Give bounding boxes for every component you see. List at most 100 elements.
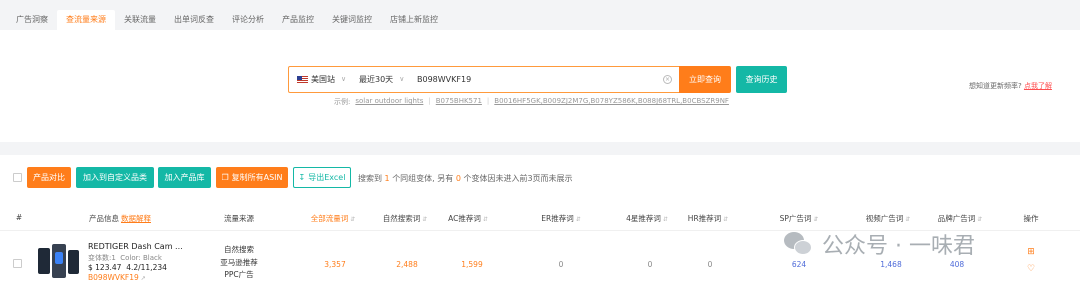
- tab-review-analysis[interactable]: 评论分析: [223, 10, 273, 30]
- date-range-select[interactable]: 最近30天 ∨: [359, 67, 404, 92]
- results-panel: 产品对比 加入到自定义品类 加入产品库 ❐ 复制所有ASIN ↧ 导出Excel 搜…: [0, 155, 1080, 291]
- header-index: #: [15, 213, 23, 222]
- tab-ad-insight[interactable]: 广告洞察: [7, 10, 57, 30]
- row-checkbox[interactable]: [13, 259, 22, 268]
- header-hr-label: HR推荐词: [687, 214, 722, 223]
- thumb-part: [68, 250, 79, 274]
- summary-mid: 个同组变体, 另有: [392, 174, 454, 183]
- search-examples: 示例: solar outdoor lights | B075BHK571 | …: [334, 97, 729, 107]
- traffic-sources: 自然搜索 亚马逊推荐 PPC广告: [220, 244, 258, 282]
- cell-er: 0: [558, 260, 564, 269]
- tab-bar: 广告洞察 查流量来源 关联流量 出单词反查 评论分析 产品监控 关键词监控 店铺…: [7, 10, 447, 30]
- cell-ac[interactable]: 1,599: [461, 260, 482, 269]
- header-total-keywords[interactable]: 全部流量词 ⇵: [311, 213, 356, 224]
- add-icon[interactable]: ⊞: [1027, 244, 1035, 261]
- product-asin: B098WVKF19: [88, 273, 139, 282]
- product-price: $ 123.47: [88, 263, 122, 272]
- example-link[interactable]: B0016HF5GK,B009ZJ2M7G,B078YZ586K,B088J68…: [494, 97, 729, 107]
- tab-store-new-monitor[interactable]: 店铺上新监控: [381, 10, 447, 30]
- tab-keyword-monitor[interactable]: 关键词监控: [323, 10, 381, 30]
- header-sp-keywords[interactable]: SP广告词 ⇵: [780, 213, 819, 224]
- header-source: 流量来源: [224, 214, 254, 223]
- example-link[interactable]: solar outdoor lights: [355, 97, 423, 107]
- example-link[interactable]: B075BHK571: [436, 97, 482, 107]
- header-4star-label: 4星推荐词: [626, 214, 661, 223]
- product-asin-link[interactable]: B098WVKF19 ↗: [88, 273, 146, 282]
- header-hr-keywords[interactable]: HR推荐词 ⇵: [688, 213, 728, 224]
- header-organic-keywords[interactable]: 自然搜索词 ⇵: [383, 213, 428, 224]
- excluded-count: 0: [455, 174, 461, 183]
- sort-icon: ⇵: [422, 216, 428, 223]
- source-ppc: PPC广告: [224, 270, 254, 279]
- header-er-label: ER推荐词: [541, 214, 574, 223]
- site-select[interactable]: 美国站 ∨: [297, 67, 346, 92]
- sort-icon: ⇵: [662, 216, 668, 223]
- product-meta: 变体数:1 Color: Black: [88, 253, 162, 263]
- cell-video[interactable]: 1,468: [880, 260, 901, 269]
- summary-prefix: 搜索到: [358, 174, 382, 183]
- export-excel-button[interactable]: ↧ 导出Excel: [293, 167, 351, 188]
- header-brand-keywords[interactable]: 品牌广告词 ⇵: [938, 213, 983, 224]
- copy-asin-label: 复制所有ASIN: [231, 173, 283, 182]
- wechat-icon: [784, 232, 814, 256]
- tab-order-keywords[interactable]: 出单词反查: [165, 10, 223, 30]
- header-product: 产品信息 数据解释: [89, 213, 151, 224]
- select-all-checkbox[interactable]: [13, 173, 22, 182]
- product-price-rating: $ 123.47 4.2/11,234: [88, 263, 167, 272]
- header-sp-label: SP广告词: [779, 214, 812, 223]
- sort-icon: ⇵: [723, 216, 729, 223]
- header-video-keywords[interactable]: 视频广告词 ⇵: [866, 213, 911, 224]
- product-name[interactable]: REDTIGER Dash Cam ...: [88, 242, 183, 251]
- variant-count: 变体数:1: [88, 254, 116, 262]
- sort-icon: ⇵: [350, 216, 356, 223]
- tab-product-monitor[interactable]: 产品监控: [273, 10, 323, 30]
- data-explain-link[interactable]: 数据解释: [121, 214, 151, 223]
- product-color: Color: Black: [120, 254, 162, 262]
- variants-count: 1: [384, 174, 390, 183]
- add-to-custom-category-button[interactable]: 加入到自定义品类: [76, 167, 154, 188]
- sort-icon: ⇵: [813, 216, 819, 223]
- heart-icon[interactable]: ♡: [1027, 261, 1035, 278]
- download-icon: ↧: [298, 173, 306, 182]
- header-er-keywords[interactable]: ER推荐词 ⇵: [541, 213, 580, 224]
- learn-more-link[interactable]: 点我了解: [1024, 82, 1052, 90]
- query-button[interactable]: 立即查询: [679, 66, 731, 93]
- header-4star-keywords[interactable]: 4星推荐词 ⇵: [626, 213, 668, 224]
- site-select-value: 美国站: [311, 75, 335, 84]
- asin-search-input[interactable]: [417, 71, 657, 88]
- watermark-text: 公众号 · 一味君: [822, 234, 975, 259]
- header-ops: 操作: [1023, 214, 1039, 223]
- wechat-bubble: [794, 240, 812, 255]
- update-frequency-note: 想知道更新频率? 点我了解: [969, 81, 1052, 91]
- tab-traffic-source[interactable]: 查流量来源: [57, 10, 115, 30]
- sort-icon: ⇵: [905, 216, 911, 223]
- search-bar: 美国站 ∨ 最近30天 ∨ × 立即查询: [288, 66, 731, 93]
- cell-organic[interactable]: 2,488: [396, 260, 417, 269]
- watermark: 公众号 · 一味君: [784, 228, 975, 260]
- header-ac-keywords[interactable]: AC推荐词 ⇵: [448, 213, 488, 224]
- cell-4star: 0: [647, 260, 653, 269]
- clear-icon[interactable]: ×: [663, 75, 672, 84]
- cell-brand[interactable]: 408: [950, 260, 964, 269]
- copy-all-asin-button[interactable]: ❐ 复制所有ASIN: [216, 167, 288, 188]
- sort-icon: ⇵: [575, 216, 581, 223]
- cell-sp[interactable]: 624: [792, 260, 806, 269]
- product-thumbnail[interactable]: [36, 242, 80, 282]
- header-brand-label: 品牌广告词: [937, 214, 976, 223]
- cell-total[interactable]: 3,357: [324, 260, 345, 269]
- header-product-label: 产品信息: [89, 214, 119, 223]
- examples-label: 示例:: [334, 98, 351, 106]
- compare-button[interactable]: 产品对比: [27, 167, 71, 188]
- add-to-library-button[interactable]: 加入产品库: [158, 167, 211, 188]
- result-summary: 搜索到 1 个同组变体, 另有 0 个变体因未进入前3页而未展示: [358, 173, 573, 184]
- query-history-button[interactable]: 查询历史: [736, 66, 787, 93]
- sort-icon: ⇵: [977, 216, 983, 223]
- external-link-icon: ↗: [140, 275, 146, 282]
- separator: |: [428, 97, 431, 105]
- tab-related-traffic[interactable]: 关联流量: [115, 10, 165, 30]
- source-organic: 自然搜索: [224, 245, 254, 254]
- results-toolbar: 产品对比 加入到自定义品类 加入产品库 ❐ 复制所有ASIN ↧ 导出Excel 搜…: [0, 167, 1080, 189]
- chevron-down-icon: ∨: [399, 75, 405, 83]
- search-panel: 美国站 ∨ 最近30天 ∨ × 立即查询 查询历史 示例: solar outd…: [0, 30, 1080, 142]
- thumb-part: [38, 248, 50, 274]
